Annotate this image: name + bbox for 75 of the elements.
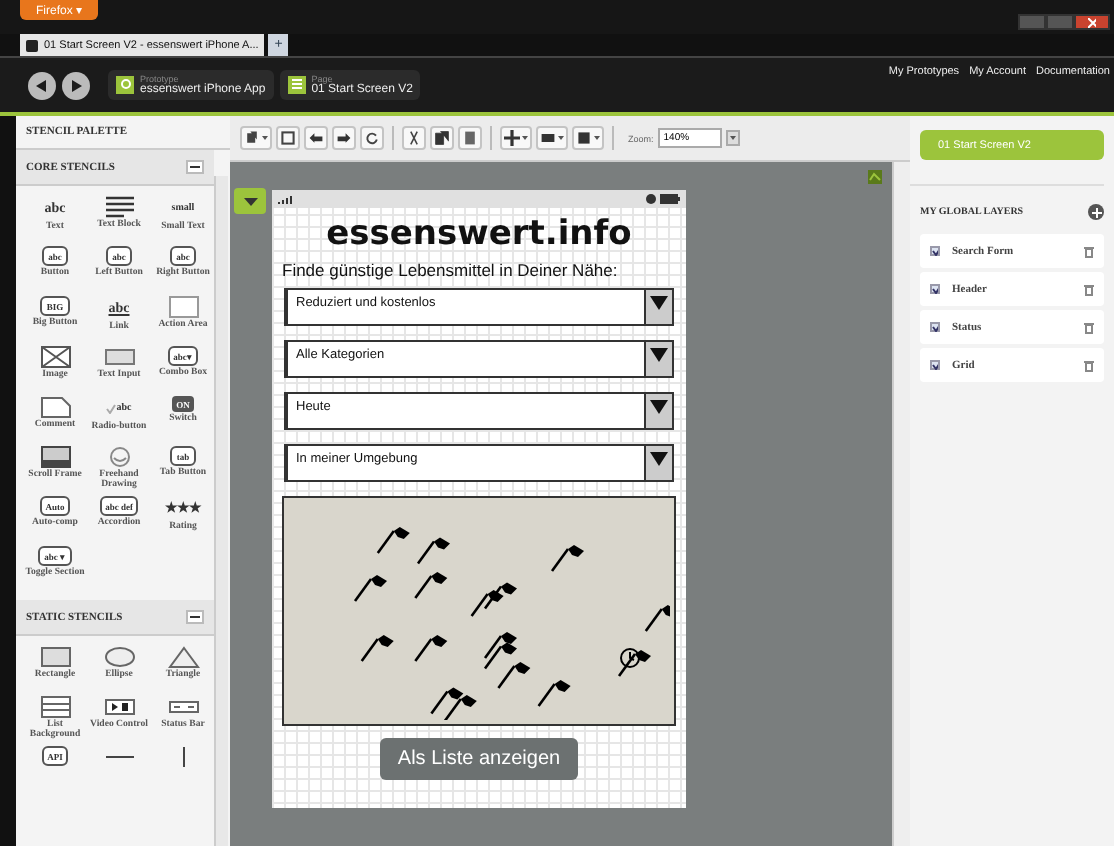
layer-checkbox[interactable] bbox=[930, 284, 940, 294]
trash-icon[interactable] bbox=[1084, 245, 1094, 257]
battery-icon bbox=[660, 194, 680, 204]
caret-icon bbox=[262, 136, 268, 140]
layer-checkbox[interactable] bbox=[930, 322, 940, 332]
scroll-stencil-icon bbox=[39, 446, 71, 468]
redo-icon bbox=[336, 130, 352, 146]
collapse-button[interactable] bbox=[186, 610, 204, 624]
caret-icon bbox=[650, 400, 668, 414]
caret-icon bbox=[650, 348, 668, 362]
cut-icon bbox=[406, 130, 422, 146]
toolbar-button[interactable] bbox=[304, 126, 328, 150]
zoom-dropdown-button[interactable] bbox=[725, 130, 740, 146]
clock-icon bbox=[646, 194, 656, 204]
rectangle-stencil-icon bbox=[39, 646, 71, 668]
page-icon bbox=[287, 76, 306, 94]
caret-icon bbox=[650, 296, 668, 310]
back-icon bbox=[36, 79, 48, 91]
statusbar-stencil-icon bbox=[167, 696, 199, 718]
back-button[interactable] bbox=[28, 71, 56, 99]
subtitle: Finde günstige Lebensmittel in Deiner Nähe: bbox=[282, 260, 618, 280]
caret-icon bbox=[729, 136, 736, 140]
scrollbar[interactable] bbox=[892, 162, 910, 846]
refresh-icon bbox=[364, 130, 380, 146]
layer-checkbox[interactable] bbox=[930, 360, 940, 370]
plus-icon bbox=[1091, 207, 1101, 217]
toolbar-button[interactable] bbox=[276, 126, 300, 150]
comment-stencil-icon bbox=[39, 396, 71, 418]
lines-stencil-icon bbox=[103, 196, 135, 218]
app-title: essenswert.info bbox=[326, 214, 632, 254]
toolbar-button[interactable] bbox=[240, 126, 272, 150]
collapse-button[interactable] bbox=[186, 160, 204, 174]
prototype-icon bbox=[116, 76, 134, 94]
show-as-list-button[interactable]: Als Liste anzeigen bbox=[379, 738, 579, 780]
close-button[interactable] bbox=[1074, 14, 1110, 30]
toolbar-button[interactable] bbox=[572, 126, 604, 150]
video-stencil-icon bbox=[103, 696, 135, 718]
caret-icon bbox=[243, 197, 257, 205]
toolbar-button[interactable] bbox=[430, 126, 454, 150]
check-icon bbox=[932, 246, 938, 256]
vline-stencil-icon bbox=[181, 746, 185, 768]
check-icon bbox=[932, 284, 938, 294]
toolbar-button[interactable] bbox=[360, 126, 384, 150]
add-layer-button[interactable] bbox=[1088, 204, 1104, 220]
trash-icon[interactable] bbox=[1084, 283, 1094, 295]
triangle-stencil-icon bbox=[167, 646, 199, 668]
toolbar-button[interactable] bbox=[332, 126, 356, 150]
area-stencil-icon bbox=[167, 296, 199, 318]
caret-icon bbox=[650, 452, 668, 466]
new-page-icon bbox=[244, 130, 260, 146]
undo-icon bbox=[308, 130, 324, 146]
trash-icon[interactable] bbox=[1084, 321, 1094, 333]
toolbar-button[interactable] bbox=[536, 126, 568, 150]
forward-icon bbox=[70, 79, 82, 91]
forward-button[interactable] bbox=[62, 71, 90, 99]
check-icon bbox=[932, 360, 938, 370]
toolbar-button[interactable] bbox=[500, 126, 532, 150]
list-stencil-icon bbox=[39, 696, 71, 718]
close-icon bbox=[1088, 17, 1096, 27]
trash-icon[interactable] bbox=[1084, 359, 1094, 371]
check-icon bbox=[106, 403, 117, 413]
ellipse-stencil-icon bbox=[103, 646, 135, 668]
check-icon bbox=[932, 322, 938, 332]
layer-checkbox[interactable] bbox=[930, 246, 940, 256]
caret-icon bbox=[594, 136, 600, 140]
copy-icon bbox=[434, 130, 450, 146]
caret-icon bbox=[522, 136, 528, 140]
toolbar-button[interactable] bbox=[458, 126, 482, 150]
signal-icon bbox=[278, 194, 296, 204]
caret-icon bbox=[558, 136, 564, 140]
toolbar-button[interactable] bbox=[402, 126, 426, 150]
image-stencil-icon bbox=[39, 346, 71, 368]
layer-toggle-button[interactable] bbox=[234, 188, 266, 214]
scrollbar[interactable] bbox=[214, 176, 228, 846]
input-stencil-icon bbox=[103, 346, 135, 368]
